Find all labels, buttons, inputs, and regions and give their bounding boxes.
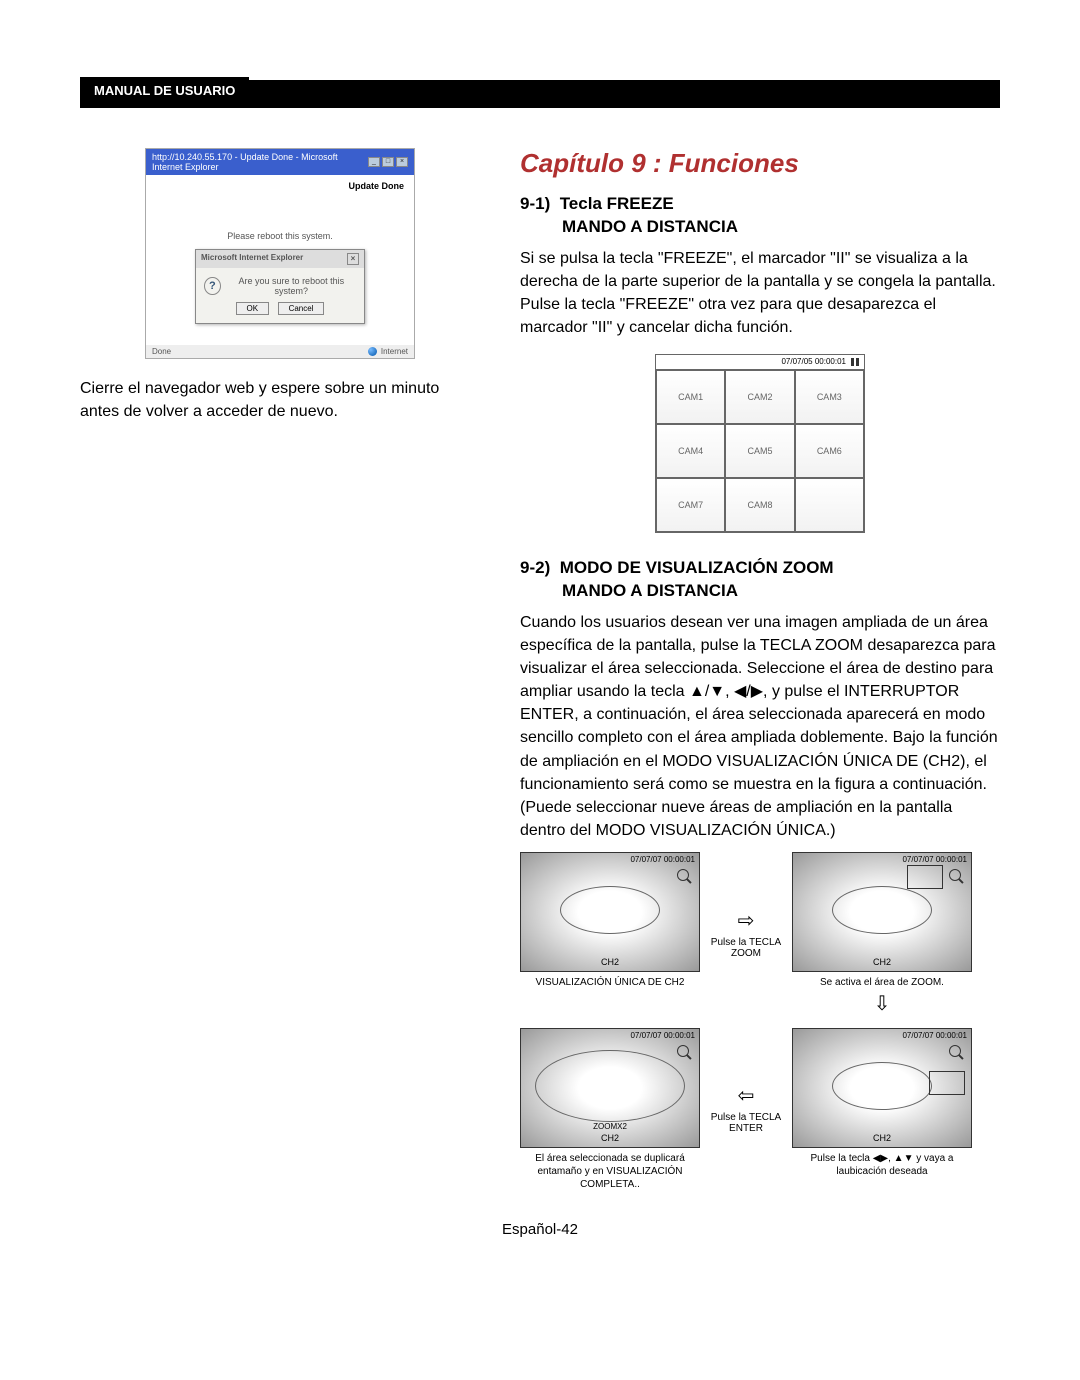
browser-screenshot: http://10.240.55.170 - Update Done - Mic…	[145, 148, 415, 359]
close-browser-instruction: Cierre el navegador web y espere sobre u…	[80, 377, 480, 423]
magnifier-icon	[677, 1045, 691, 1059]
monitor-timestamp: 07/07/07 00:00:01	[630, 855, 695, 864]
ch2-label: CH2	[601, 1133, 619, 1143]
cam-cell	[795, 478, 864, 532]
ie-confirm-dialog: Microsoft Internet Explorer × ? Are you …	[195, 249, 365, 324]
arrow-enter: ⇦ Pulse la TECLA ENTER	[706, 1028, 786, 1191]
maximize-icon: □	[382, 157, 394, 167]
sec92-line2: MANDO A DISTANCIA	[520, 580, 1000, 603]
ok-button[interactable]: OK	[236, 302, 270, 315]
arrow-left-icon: ⇦	[738, 1086, 755, 1106]
sec92-line1: MODO DE VISUALIZACIÓN ZOOM	[560, 558, 834, 577]
update-done-label: Update Done	[156, 181, 404, 191]
sec91-line2: MANDO A DISTANCIA	[520, 216, 1000, 239]
zoom-panel-br: 07/07/07 00:00:01 CH2 Pulse la tecla ◀▶,…	[792, 1028, 972, 1191]
chapter-title: Capítulo 9 : Funciones	[520, 148, 1000, 179]
cam-cell: CAM7	[656, 478, 725, 532]
page-footer: Español-42	[80, 1221, 1000, 1238]
header-bar: MANUAL DE USUARIO	[80, 80, 1000, 108]
header-label: MANUAL DE USUARIO	[80, 77, 249, 104]
zoom-panel-tl: 07/07/07 00:00:01 CH2 VISUALIZACIÓN ÚNIC…	[520, 852, 700, 1018]
dialog-close-icon: ×	[347, 253, 359, 265]
section-9-2-title: 9-2) MODO DE VISUALIZACIÓN ZOOM MANDO A …	[520, 557, 1000, 603]
sec91-line1: Tecla FREEZE	[560, 194, 674, 213]
ch2-label: CH2	[601, 957, 619, 967]
cam-cell: CAM1	[656, 370, 725, 424]
cam-cell: CAM8	[725, 478, 794, 532]
caption-bl: El área seleccionada se duplicará entama…	[520, 1152, 700, 1191]
caption-tl: VISUALIZACIÓN ÚNICA DE CH2	[520, 976, 700, 989]
status-zone: Internet	[381, 347, 408, 356]
right-column: Capítulo 9 : Funciones 9-1) Tecla FREEZE…	[520, 148, 1000, 1191]
zoom-panel-tr: 07/07/07 00:00:01 CH2 Se activa el área …	[792, 852, 972, 1018]
arrow-zoom: ⇨ Pulse la TECLA ZOOM	[706, 852, 786, 1018]
cam-cell: CAM3	[795, 370, 864, 424]
zoomx2-label: ZOOMX2	[593, 1122, 627, 1131]
ellipse-shape	[832, 886, 932, 934]
two-column-layout: http://10.240.55.170 - Update Done - Mic…	[80, 148, 1000, 1191]
ch2-label: CH2	[873, 957, 891, 967]
left-column: http://10.240.55.170 - Update Done - Mic…	[80, 148, 480, 1191]
monitor-timestamp: 07/07/07 00:00:01	[902, 1031, 967, 1040]
internet-zone-icon	[368, 347, 377, 356]
zoom-diagram-grid: 07/07/07 00:00:01 CH2 VISUALIZACIÓN ÚNIC…	[520, 852, 1000, 1191]
minimize-icon: _	[368, 157, 380, 167]
ie-dialog-title: Microsoft Internet Explorer	[201, 253, 303, 265]
sec92-num: 9-2)	[520, 558, 550, 577]
ellipse-shape	[560, 886, 660, 934]
section-9-1-title: 9-1) Tecla FREEZE MANDO A DISTANCIA	[520, 193, 1000, 239]
ellipse-shape-large	[535, 1050, 685, 1122]
monitor-timestamp: 07/07/07 00:00:01	[902, 855, 967, 864]
ch2-label: CH2	[873, 1133, 891, 1143]
cam-cell: CAM2	[725, 370, 794, 424]
monitor-zoom-active: 07/07/07 00:00:01 CH2	[792, 852, 972, 972]
magnifier-icon	[677, 869, 691, 883]
monitor-zoomed-full: 07/07/07 00:00:01 ZOOMX2 CH2	[520, 1028, 700, 1148]
status-done: Done	[152, 347, 171, 356]
sec91-body: Si se pulsa la tecla "FREEZE", el marcad…	[520, 247, 1000, 340]
sec91-num: 9-1)	[520, 194, 550, 213]
browser-body: Update Done Please reboot this system. M…	[146, 175, 414, 345]
browser-statusbar: Done Internet	[146, 345, 414, 358]
ellipse-shape	[832, 1062, 932, 1110]
arrow-enter-label: Pulse la TECLA ENTER	[706, 1112, 786, 1134]
reboot-message: Please reboot this system.	[156, 231, 404, 241]
monitor-single-view: 07/07/07 00:00:01 CH2	[520, 852, 700, 972]
freeze-cells: CAM1 CAM2 CAM3 CAM4 CAM5 CAM6 CAM7 CAM8	[656, 370, 864, 532]
cancel-button[interactable]: Cancel	[278, 302, 325, 315]
arrow-right-icon: ⇨	[738, 911, 755, 931]
browser-titlebar: http://10.240.55.170 - Update Done - Mic…	[146, 149, 414, 175]
close-icon: ×	[396, 157, 408, 167]
pause-icon	[850, 357, 860, 367]
caption-br: Pulse la tecla ◀▶, ▲▼ y vaya a laubicaci…	[792, 1152, 972, 1178]
ie-dialog-message: Are you sure to reboot this system?	[227, 276, 356, 296]
arrow-down-icon: ⇩	[792, 991, 972, 1016]
manual-page: MANUAL DE USUARIO http://10.240.55.170 -…	[0, 0, 1080, 1380]
cam-cell: CAM6	[795, 424, 864, 478]
freeze-timestamp: 07/07/05 00:00:01	[781, 357, 846, 367]
monitor-move-selection: 07/07/07 00:00:01 CH2	[792, 1028, 972, 1148]
cam-cell: CAM5	[725, 424, 794, 478]
question-icon: ?	[204, 277, 221, 295]
zoom-panel-bl: 07/07/07 00:00:01 ZOOMX2 CH2 El área sel…	[520, 1028, 700, 1191]
cam-cell: CAM4	[656, 424, 725, 478]
magnifier-icon	[949, 869, 963, 883]
caption-tr: Se activa el área de ZOOM.	[792, 976, 972, 989]
browser-title-text: http://10.240.55.170 - Update Done - Mic…	[152, 152, 368, 172]
selection-box	[929, 1071, 965, 1095]
selection-box	[907, 865, 943, 889]
sec92-body: Cuando los usuarios desean ver una image…	[520, 611, 1000, 843]
arrow-zoom-label: Pulse la TECLA ZOOM	[706, 937, 786, 959]
magnifier-icon	[949, 1045, 963, 1059]
monitor-timestamp: 07/07/07 00:00:01	[630, 1031, 695, 1040]
freeze-grid: 07/07/05 00:00:01 CAM1 CAM2 CAM3 CAM4 CA…	[655, 354, 865, 533]
